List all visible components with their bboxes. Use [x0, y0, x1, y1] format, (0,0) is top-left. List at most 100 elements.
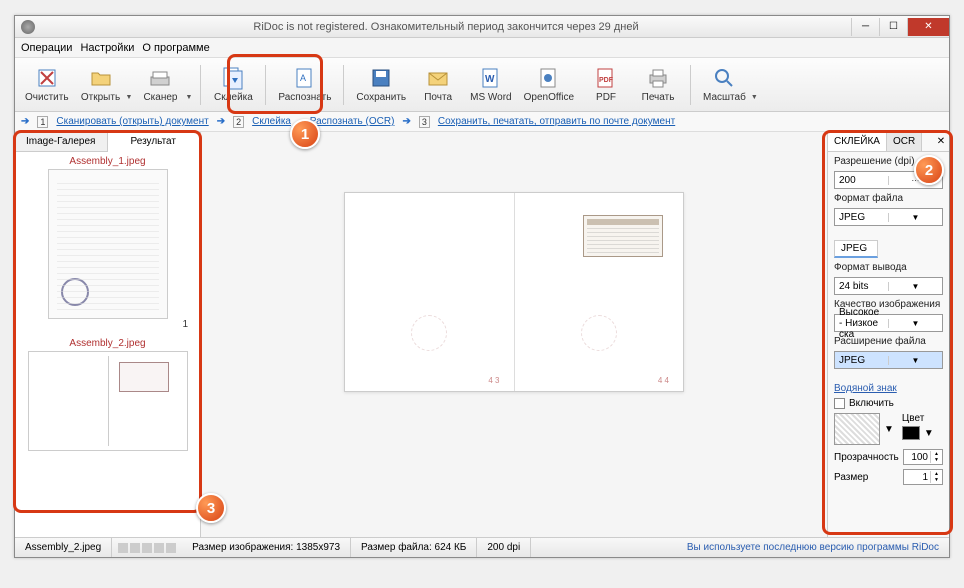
ocr-icon: A	[293, 66, 317, 90]
wm-color-picker[interactable]	[902, 426, 920, 440]
left-panel: Image-Галерея Результат Assembly_1.jpeg …	[15, 132, 201, 537]
svg-text:PDF: PDF	[599, 77, 614, 84]
zoom-icon	[712, 66, 736, 90]
left-tabs: Image-Галерея Результат	[15, 132, 200, 152]
thumb-label: Assembly_1.jpeg	[19, 156, 196, 167]
menubar: Операции Настройки О программе	[15, 38, 949, 58]
arrow-icon: ➔	[402, 116, 410, 127]
status-dpi: 200 dpi	[477, 538, 531, 557]
arrow-icon: ➔	[21, 116, 29, 127]
open-dropdown-icon[interactable]: ▼	[126, 94, 133, 101]
thumb-number: 1	[19, 319, 196, 330]
wf-step-glue[interactable]: Склейка	[252, 116, 291, 127]
panel-close-button[interactable]: ✕	[933, 132, 949, 151]
step-badge: 3	[419, 116, 430, 128]
wf-step-ocr[interactable]: Распознать (OCR)	[310, 116, 395, 127]
callout-3: 3	[196, 493, 226, 523]
status-progress	[112, 543, 182, 553]
zoom-dropdown-icon[interactable]: ▼	[751, 94, 758, 101]
glue-icon	[221, 66, 245, 90]
jpeg-subtab[interactable]: JPEG	[834, 240, 878, 258]
tab-glue[interactable]: СКЛЕЙКА	[828, 132, 887, 151]
pdf-icon: PDF	[594, 66, 618, 90]
save-icon	[369, 66, 393, 90]
thumb-preview	[48, 169, 168, 319]
maximize-button[interactable]: ☐	[879, 18, 907, 36]
minimize-button[interactable]: ─	[851, 18, 879, 36]
main-body: Image-Галерея Результат Assembly_1.jpeg …	[15, 132, 949, 537]
wf-step-scan[interactable]: Сканировать (открыть) документ	[56, 116, 208, 127]
doc-page-left: 4 3	[345, 193, 514, 391]
step-badge: 2	[233, 116, 244, 128]
workflow-bar: ➔ 1 Сканировать (открыть) документ ➔ 2 С…	[15, 112, 949, 132]
status-version: Вы используете последнюю версию программ…	[677, 538, 949, 557]
save-button[interactable]: Сохранить	[352, 61, 410, 109]
quality-select[interactable]: Высокое - Низкое ска▼	[834, 314, 943, 332]
right-panel: СКЛЕЙКА OCR ✕ Разрешение (dpi) 200··· Фо…	[827, 132, 949, 537]
output-select[interactable]: 24 bits▼	[834, 277, 943, 295]
clear-button[interactable]: Очистить	[21, 61, 73, 109]
ext-select[interactable]: JPEG▼	[834, 351, 943, 369]
arrow-icon: ➔	[217, 116, 225, 127]
statusbar: Assembly_2.jpeg Размер изображения: 1385…	[15, 537, 949, 557]
folder-open-icon	[89, 66, 113, 90]
wf-step-save[interactable]: Сохранить, печатать, отправить по почте …	[438, 116, 675, 127]
close-button[interactable]: ✕	[907, 18, 949, 36]
document-preview[interactable]: 4 3 4 4	[344, 192, 684, 392]
callout-2: 2	[914, 155, 944, 185]
status-imgsize: Размер изображения: 1385x973	[182, 538, 351, 557]
wm-opacity-spinner[interactable]: 100▲▼	[903, 449, 943, 465]
zoom-button[interactable]: Масштаб	[699, 61, 750, 109]
menu-settings[interactable]: Настройки	[80, 42, 134, 54]
scanner-icon	[148, 66, 172, 90]
tab-gallery[interactable]: Image-Галерея	[15, 132, 108, 151]
format-label: Формат файла	[834, 193, 943, 204]
thumbnail-item[interactable]: Assembly_2.jpeg	[19, 338, 196, 451]
mail-icon	[426, 66, 450, 90]
word-icon: W	[479, 66, 503, 90]
app-window: RiDoc is not registered. Ознакомительный…	[14, 15, 950, 558]
pdf-button[interactable]: PDF PDF	[582, 61, 630, 109]
callout-1: 1	[290, 119, 320, 149]
format-select[interactable]: JPEG▼	[834, 208, 943, 226]
recognize-button[interactable]: A Распознать	[274, 61, 335, 109]
tab-ocr[interactable]: OCR	[887, 132, 922, 151]
wm-size-spinner[interactable]: 1▲▼	[903, 469, 943, 485]
msword-button[interactable]: W MS Word	[466, 61, 516, 109]
svg-text:A: A	[300, 73, 306, 83]
thumbnail-item[interactable]: Assembly_1.jpeg 1	[19, 156, 196, 330]
app-icon	[21, 20, 35, 34]
wm-pattern-select[interactable]	[834, 413, 880, 445]
status-filename: Assembly_2.jpeg	[15, 538, 112, 557]
thumb-label: Assembly_2.jpeg	[19, 338, 196, 349]
open-button[interactable]: Открыть	[77, 61, 125, 109]
openoffice-button[interactable]: OpenOffice	[520, 61, 578, 109]
status-filesize: Размер файла: 624 КБ	[351, 538, 477, 557]
scanner-button[interactable]: Сканер	[136, 61, 184, 109]
watermark-label: Водяной знак	[834, 383, 943, 394]
window-title: RiDoc is not registered. Ознакомительный…	[41, 21, 851, 33]
menu-about[interactable]: О программе	[142, 42, 209, 54]
titlebar: RiDoc is not registered. Ознакомительный…	[15, 16, 949, 38]
step-badge: 1	[37, 116, 48, 128]
glue-button[interactable]: Склейка	[209, 61, 257, 109]
clear-icon	[35, 66, 59, 90]
mail-button[interactable]: Почта	[414, 61, 462, 109]
thumb-preview	[28, 351, 188, 451]
scanner-dropdown-icon[interactable]: ▼	[185, 94, 192, 101]
window-controls: ─ ☐ ✕	[851, 18, 949, 36]
ext-label: Расширение файла	[834, 336, 943, 347]
svg-text:W: W	[485, 74, 495, 85]
toolbar: Очистить Открыть ▼ Сканер ▼ Склейка A Ра…	[15, 58, 949, 112]
thumbnail-list: Assembly_1.jpeg 1 Assembly_2.jpeg	[15, 152, 200, 537]
output-label: Формат вывода	[834, 262, 943, 273]
doc-page-right: 4 4	[514, 193, 684, 391]
preview-area: 4 3 4 4	[201, 132, 827, 537]
wm-enable-checkbox[interactable]	[834, 398, 845, 409]
menu-operations[interactable]: Операции	[21, 42, 72, 54]
right-tabs: СКЛЕЙКА OCR ✕	[828, 132, 949, 152]
print-button[interactable]: Печать	[634, 61, 682, 109]
openoffice-icon	[537, 66, 561, 90]
tab-result[interactable]: Результат	[108, 132, 201, 152]
wm-enable-row[interactable]: Включить	[834, 398, 943, 409]
